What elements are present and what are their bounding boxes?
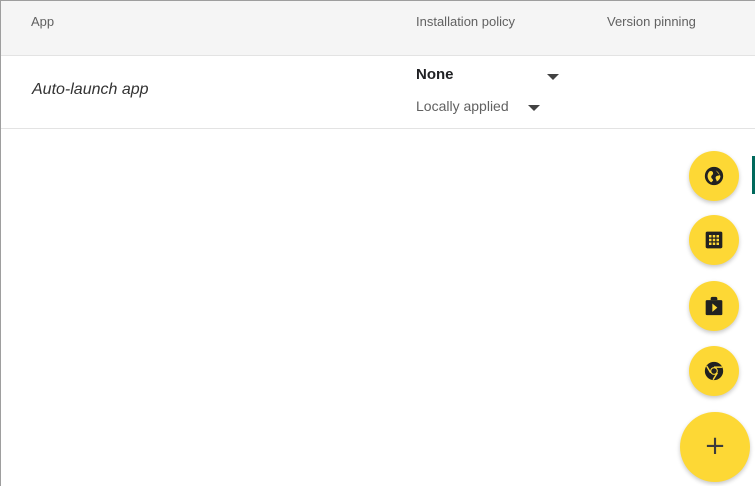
table-row: Auto-launch app None Locally applied <box>1 56 755 129</box>
app-settings-panel: App Installation policy Version pinning … <box>0 0 755 486</box>
add-app-button[interactable]: + <box>680 412 750 482</box>
table-header: App Installation policy Version pinning <box>1 1 755 56</box>
installation-policy-dropdown[interactable]: None <box>416 64 566 86</box>
policy-scope-dropdown[interactable]: Locally applied <box>416 96 556 118</box>
column-header-installation-policy: Installation policy <box>416 14 515 29</box>
policy-scope-value: Locally applied <box>416 98 509 114</box>
add-from-chrome-web-store-button[interactable] <box>689 346 739 396</box>
play-store-icon <box>705 296 723 316</box>
add-icon: + <box>704 431 726 461</box>
installation-policy-value: None <box>416 66 454 83</box>
side-marker <box>752 156 755 194</box>
add-from-play-store-button[interactable] <box>689 281 739 331</box>
add-from-url-button[interactable] <box>689 151 739 201</box>
chrome-icon <box>704 361 724 381</box>
chevron-down-icon <box>547 74 559 80</box>
add-web-app-button[interactable] <box>689 215 739 265</box>
chevron-down-icon <box>528 105 540 111</box>
app-name: Auto-launch app <box>32 81 149 98</box>
column-header-version-pinning: Version pinning <box>607 14 696 29</box>
apps-grid-icon <box>705 231 723 249</box>
globe-icon <box>704 166 724 186</box>
column-header-app: App <box>31 14 55 29</box>
